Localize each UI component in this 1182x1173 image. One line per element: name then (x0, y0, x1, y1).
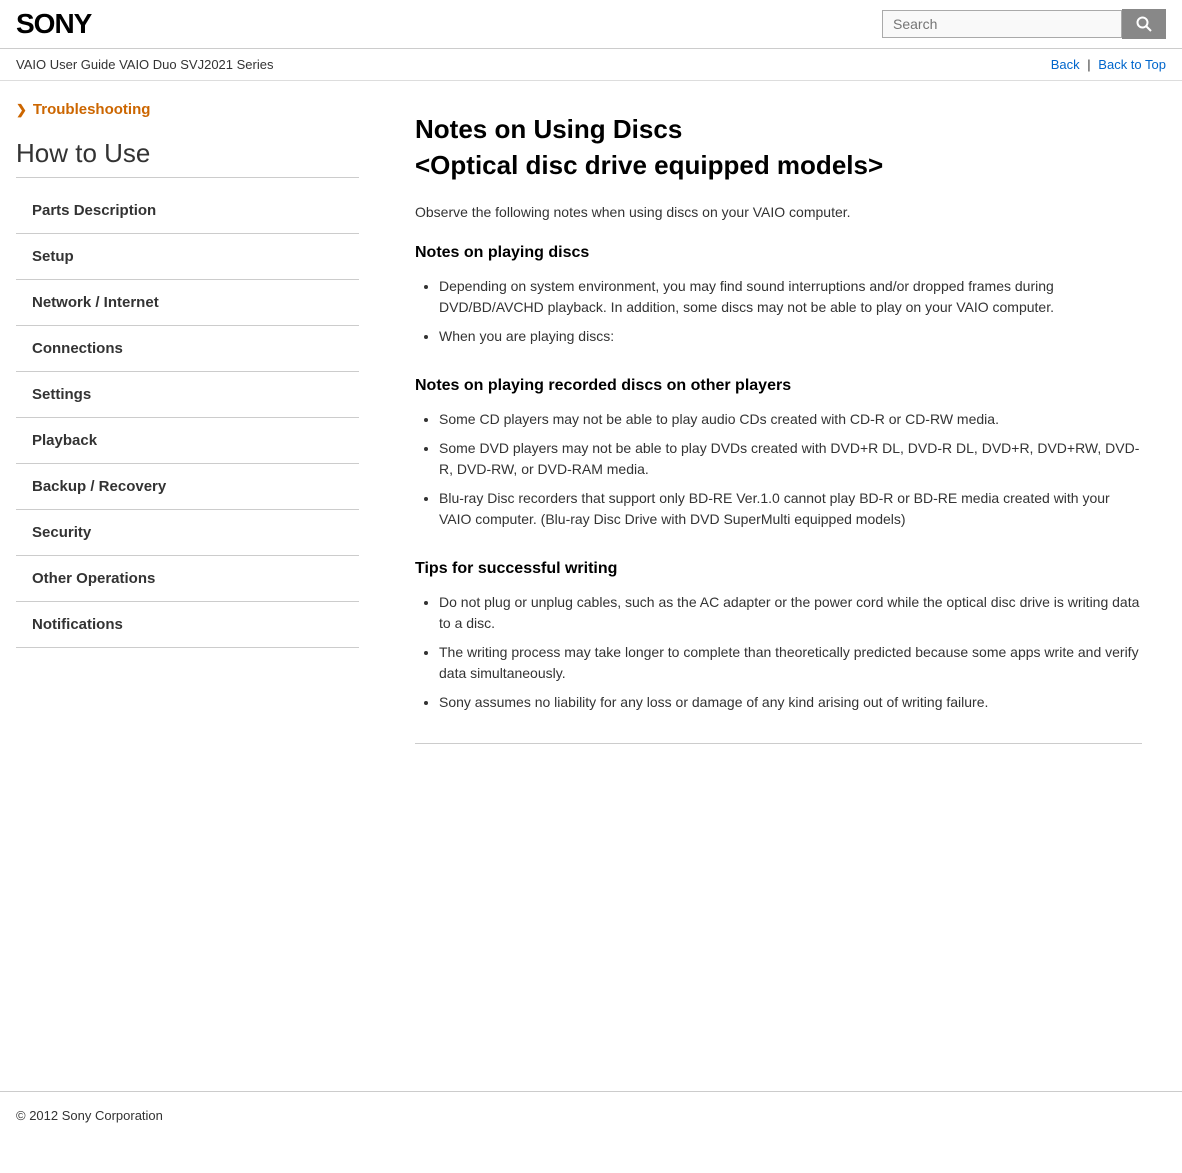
section2-bullets: Some CD players may not be able to play … (439, 409, 1142, 530)
section3-bullet-2: The writing process may take longer to c… (439, 642, 1142, 684)
sidebar-item-parts-description[interactable]: Parts Description (16, 188, 359, 234)
search-icon (1135, 15, 1153, 33)
section3-bullet-3: Sony assumes no liability for any loss o… (439, 692, 1142, 713)
section2-heading: Notes on playing recorded discs on other… (415, 377, 1142, 395)
section1-bullet-2: When you are playing discs: (439, 326, 1142, 347)
section1-bullet-1: Depending on system environment, you may… (439, 276, 1142, 318)
section1-bullets: Depending on system environment, you may… (439, 276, 1142, 347)
section2-bullet-2: Some DVD players may not be able to play… (439, 438, 1142, 480)
section-recorded-discs: Notes on playing recorded discs on other… (415, 377, 1142, 530)
copyright: © 2012 Sony Corporation (16, 1108, 163, 1123)
sidebar-item-notifications[interactable]: Notifications (16, 602, 359, 648)
sidebar: Troubleshooting How to Use Parts Descrip… (0, 81, 375, 1081)
content-intro: Observe the following notes when using d… (415, 204, 1142, 220)
sony-logo: SONY (16, 8, 91, 40)
search-input[interactable] (882, 10, 1122, 38)
search-area (882, 9, 1166, 39)
search-button[interactable] (1122, 9, 1166, 39)
sidebar-item-backup-recovery[interactable]: Backup / Recovery (16, 464, 359, 510)
section2-bullet-1: Some CD players may not be able to play … (439, 409, 1142, 430)
how-to-use-heading: How to Use (16, 138, 359, 178)
back-links: Back | Back to Top (1051, 57, 1166, 72)
sidebar-item-playback[interactable]: Playback (16, 418, 359, 464)
section3-bullets: Do not plug or unplug cables, such as th… (439, 592, 1142, 713)
section1-heading: Notes on playing discs (415, 244, 1142, 262)
back-link[interactable]: Back (1051, 57, 1080, 72)
header: SONY (0, 0, 1182, 49)
section2-bullet-3: Blu-ray Disc recorders that support only… (439, 488, 1142, 530)
sidebar-item-other-operations[interactable]: Other Operations (16, 556, 359, 602)
guide-title: VAIO User Guide VAIO Duo SVJ2021 Series (16, 57, 273, 72)
troubleshooting-link[interactable]: Troubleshooting (16, 101, 359, 118)
section-playing-discs: Notes on playing discs Depending on syst… (415, 244, 1142, 347)
sidebar-item-connections[interactable]: Connections (16, 326, 359, 372)
sidebar-item-security[interactable]: Security (16, 510, 359, 556)
separator: | (1087, 57, 1090, 72)
footer: © 2012 Sony Corporation (0, 1091, 1182, 1139)
section3-heading: Tips for successful writing (415, 560, 1142, 578)
main-layout: Troubleshooting How to Use Parts Descrip… (0, 81, 1182, 1081)
sidebar-item-network-internet[interactable]: Network / Internet (16, 280, 359, 326)
content-title: Notes on Using Discs <Optical disc drive… (415, 111, 1142, 184)
back-to-top-link[interactable]: Back to Top (1098, 57, 1166, 72)
content-area: Notes on Using Discs <Optical disc drive… (375, 81, 1182, 1081)
section3-bullet-1: Do not plug or unplug cables, such as th… (439, 592, 1142, 634)
sidebar-nav: Parts Description Setup Network / Intern… (16, 188, 359, 648)
divider-2 (415, 743, 1142, 744)
sidebar-item-settings[interactable]: Settings (16, 372, 359, 418)
sidebar-item-setup[interactable]: Setup (16, 234, 359, 280)
section-tips-writing: Tips for successful writing Do not plug … (415, 560, 1142, 713)
breadcrumb-bar: VAIO User Guide VAIO Duo SVJ2021 Series … (0, 49, 1182, 81)
